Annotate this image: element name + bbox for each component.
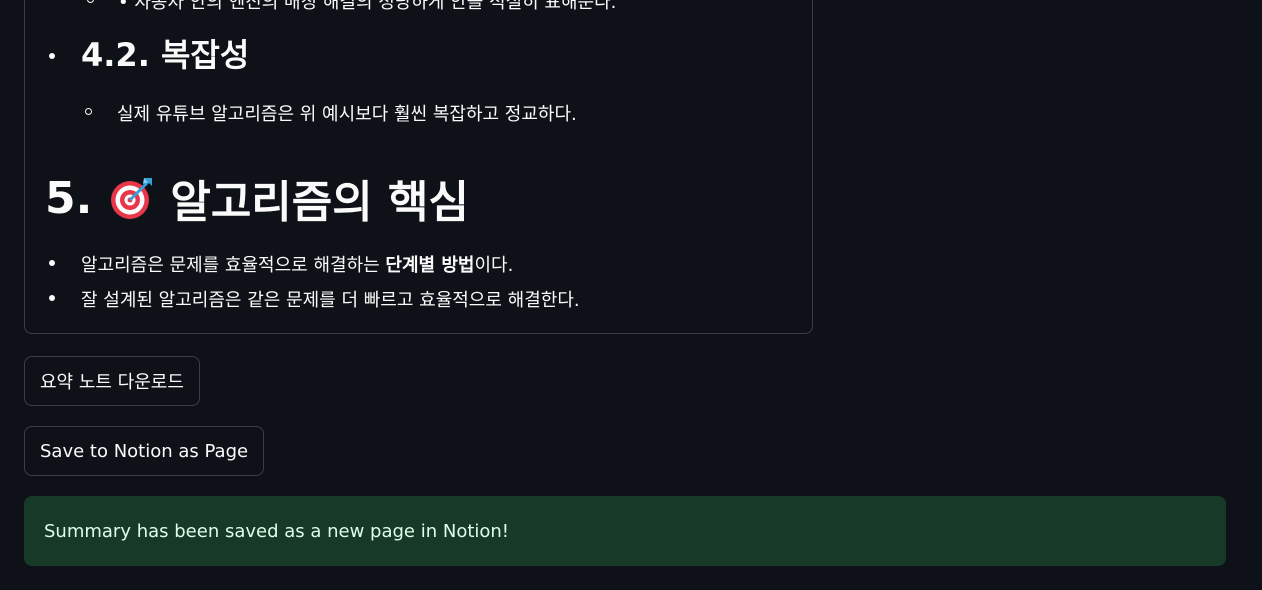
sub-bullet xyxy=(85,108,92,115)
list-item: 알고리즘은 문제를 효율적으로 해결하는 단계별 방법이다. xyxy=(81,251,513,277)
list-item-bold: 단계별 방법 xyxy=(385,255,475,276)
section-5-title: 알고리즘의 핵심 xyxy=(170,177,470,228)
section-5-bullet-2 xyxy=(49,295,55,301)
section-4-2-bullet xyxy=(49,53,55,59)
section-5-heading: 5. 알고리즘의 핵심 xyxy=(45,166,469,230)
list-item-text: 이다. xyxy=(474,255,514,276)
target-icon xyxy=(111,178,153,219)
list-item: 잘 설계된 알고리즘은 같은 문제를 더 빠르고 효율적으로 해결한다. xyxy=(81,290,580,311)
section-4-2-heading: 4.2. 복잡성 xyxy=(81,36,250,74)
success-message: Summary has been saved as a new page in … xyxy=(44,520,510,542)
save-to-notion-button[interactable]: Save to Notion as Page xyxy=(24,426,265,476)
cut-off-list-item: • 자동차 안의 엔진의 매칭 해결의 정당하게 안을 적절히 표해준다. xyxy=(118,0,617,13)
section-5-number: 5. xyxy=(45,172,93,224)
success-alert: Summary has been saved as a new page in … xyxy=(24,496,1226,566)
list-item-text: 알고리즘은 문제를 효율적으로 해결하는 xyxy=(81,255,386,276)
section-5-bullet-1 xyxy=(49,260,55,266)
list-item: 실제 유튜브 알고리즘은 위 예시보다 훨씬 복잡하고 정교하다. xyxy=(117,104,577,125)
download-summary-button[interactable]: 요약 노트 다운로드 xyxy=(24,356,200,406)
